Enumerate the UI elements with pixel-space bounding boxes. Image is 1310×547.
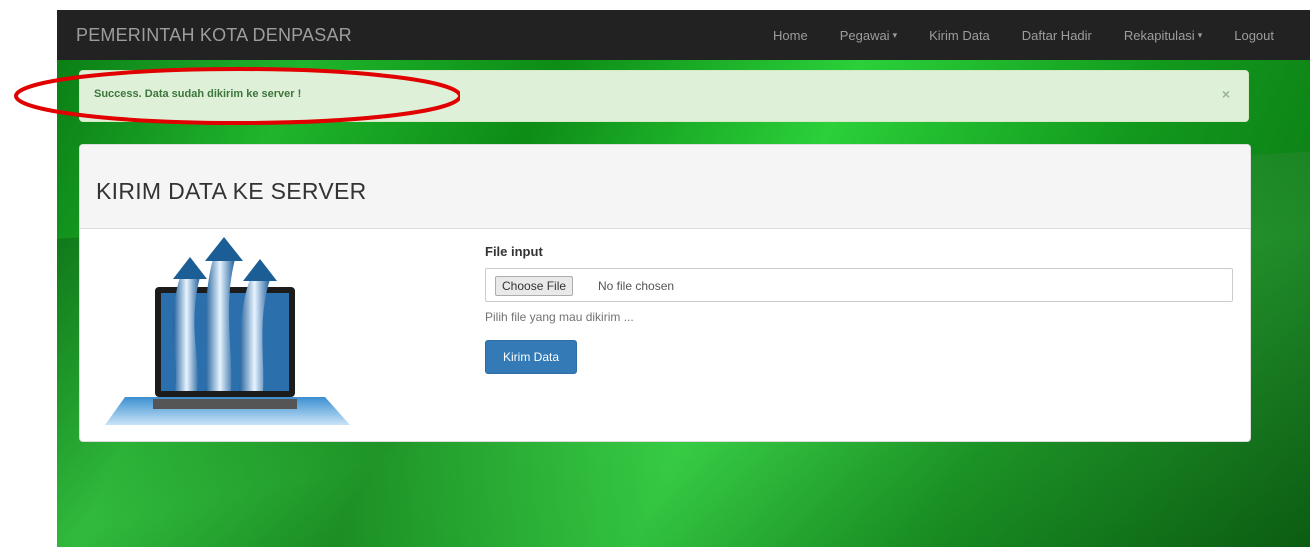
navbar-menu: Home Pegawai ▾ Kirim Data Daftar Hadir Re… [757,10,1290,60]
arrow-up-icon [173,257,207,279]
navbar-brand[interactable]: PEMERINTAH KOTA DENPASAR [76,25,352,46]
nav-item-label: Rekapitulasi [1123,27,1195,43]
nav-item-label: Logout [1234,27,1274,43]
alert-message: Success. Data sudah dikirim ke server ! [94,88,302,100]
file-status-text: No file chosen [598,279,675,293]
nav-item-home[interactable]: Home [757,28,824,43]
arrow-up-icon [243,259,277,281]
caret-down-icon: ▾ [1197,29,1203,40]
nav-item-label: Daftar Hadir [1021,27,1092,43]
nav-item-kirim-data[interactable]: Kirim Data [913,28,1006,43]
nav-item-label: Kirim Data [929,27,990,43]
choose-file-button[interactable]: Choose File [495,276,574,296]
laptop-upload-illustration [105,237,350,425]
navbar: PEMERINTAH KOTA DENPASAR Home Pegawai ▾ K… [57,10,1310,60]
close-icon[interactable]: × [1222,86,1230,102]
laptop-keyboard [153,399,297,409]
nav-item-label: Pegawai [839,27,890,43]
nav-item-pegawai[interactable]: Pegawai ▾ [824,28,913,43]
nav-item-logout[interactable]: Logout [1218,28,1290,43]
nav-item-rekapitulasi[interactable]: Rekapitulasi ▾ [1108,28,1218,43]
success-alert: Success. Data sudah dikirim ke server ! … [79,70,1249,122]
app-window: PEMERINTAH KOTA DENPASAR Home Pegawai ▾ K… [57,10,1310,547]
file-input-label: File input [485,244,543,259]
nav-item-label: Home [773,27,808,43]
help-text: Pilih file yang mau dikirim ... [485,310,634,324]
file-input[interactable]: Choose File No file chosen [485,268,1233,302]
panel-heading: KIRIM DATA KE SERVER [80,145,1250,229]
nav-item-daftar-hadir[interactable]: Daftar Hadir [1006,28,1108,43]
caret-down-icon: ▾ [892,29,898,40]
arrow-up-icon [205,237,243,261]
page-title: KIRIM DATA KE SERVER [96,178,367,204]
upload-panel: KIRIM DATA KE SERVER File input Choose F… [79,144,1251,442]
upload-form: File input Choose File No file chosen Pi… [485,244,1233,374]
submit-button[interactable]: Kirim Data [485,340,577,374]
